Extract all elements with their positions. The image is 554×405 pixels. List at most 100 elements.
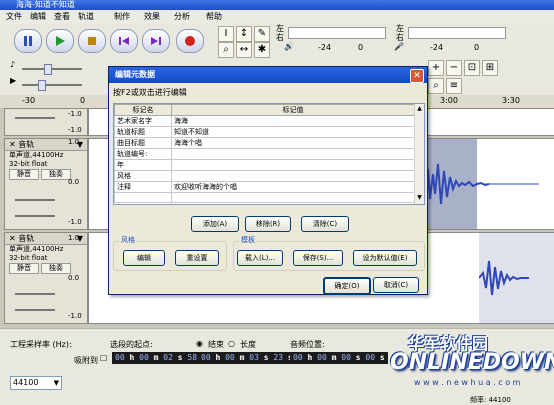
tag-value[interactable]: 欢迎收听海海的个唱 (171, 181, 415, 193)
metadata-table[interactable]: 标记名 标记值 艺术家名字 海海 轨道标题 知道不知道 曲目标题 海海个唱 轨道编号:… (113, 103, 425, 205)
tag-value[interactable] (171, 148, 415, 160)
tag-value[interactable]: 海海个唱 (171, 137, 415, 149)
menu-help[interactable]: 帮助 (206, 11, 222, 22)
reset-genre-button[interactable]: 重设置 (175, 250, 219, 266)
play-icon (56, 36, 65, 46)
pan-slider[interactable] (15, 309, 55, 311)
pause-button[interactable] (14, 29, 42, 53)
close-icon[interactable]: ✕ (410, 69, 424, 83)
add-button[interactable]: 添加(A) (191, 216, 239, 232)
zoom-out-icon[interactable]: − (446, 60, 462, 76)
solo-button[interactable]: 独奏 (41, 263, 71, 274)
record-meter[interactable] (408, 27, 506, 39)
mute-button[interactable]: 静音 (9, 169, 39, 180)
tag-name[interactable]: 注释 (114, 181, 172, 193)
menu-effect[interactable]: 效果 (144, 11, 160, 22)
volume-slider-knob[interactable] (44, 64, 52, 75)
multi-tool-icon[interactable]: ✱ (254, 42, 270, 58)
end-radio-icon[interactable]: ◉ (196, 339, 203, 348)
audio-position-timecode[interactable]: 00 h 00 m 00 s 00 s (290, 352, 388, 364)
mic-slider[interactable] (22, 84, 82, 86)
snap-to-label: 吸附到 (74, 356, 98, 365)
clear-button[interactable]: 清除(C) (301, 216, 349, 232)
skip-end-button[interactable] (142, 29, 170, 53)
set-default-button[interactable]: 设为默认值(E) (353, 250, 417, 266)
length-radio-icon[interactable]: ○ (228, 339, 235, 348)
tag-name[interactable]: 轨道编号: (114, 148, 172, 160)
selection-tool-icon[interactable]: I (218, 26, 234, 42)
tag-value[interactable]: 海海 (171, 115, 415, 127)
tag-value[interactable] (171, 159, 415, 171)
volume-slider[interactable] (22, 68, 82, 70)
project-rate-select[interactable]: 44100 ▼ (10, 376, 62, 390)
remove-button[interactable]: 移除(R) (245, 216, 291, 232)
tag-value[interactable] (171, 192, 415, 203)
playback-meter[interactable] (288, 27, 386, 39)
track-name[interactable]: 音轨 (18, 234, 34, 243)
envelope-tool-icon[interactable]: ↕ (236, 26, 252, 42)
zoom-in-icon[interactable]: + (428, 60, 444, 76)
scale-label: -1.0 (68, 312, 82, 320)
gain-slider[interactable] (15, 199, 55, 201)
table-row[interactable]: 艺术家名字 海海 (114, 115, 415, 127)
ok-button[interactable]: 确定(O) (323, 277, 371, 295)
column-header[interactable]: 标记值 (171, 104, 415, 116)
tag-name[interactable]: 轨道标题 (114, 126, 172, 138)
table-scrollbar[interactable]: ▲ ▼ (414, 104, 424, 204)
skip-start-button[interactable] (110, 29, 138, 53)
menu-file[interactable]: 文件 (6, 11, 22, 22)
pan-slider[interactable] (15, 215, 55, 217)
gain-slider[interactable] (15, 117, 55, 119)
save-template-button[interactable]: 保存(S)... (293, 250, 343, 266)
tag-name[interactable]: 艺术家名字 (114, 115, 172, 127)
track-close-icon[interactable]: ✕ (9, 140, 16, 149)
pause-icon (24, 36, 32, 46)
chevron-down-icon[interactable]: ▼ (54, 377, 59, 389)
table-row[interactable]: 注释 欢迎收听海海的个唱 (114, 181, 415, 193)
menu-track[interactable]: 轨道 (78, 11, 94, 22)
record-button[interactable] (176, 29, 204, 53)
table-row[interactable] (114, 192, 415, 203)
dialog-title-bar[interactable]: 编辑元数据 ✕ (109, 67, 427, 83)
selection-end-timecode[interactable]: 00 h 00 m 03 s 23 s (198, 352, 296, 364)
column-header[interactable]: 标记名 (114, 104, 172, 116)
menu-view[interactable]: 查看 (54, 11, 70, 22)
menu-edit[interactable]: 编辑 (30, 11, 46, 22)
scroll-down-icon[interactable]: ▼ (415, 194, 424, 203)
snap-checkbox[interactable]: ☐ (100, 354, 107, 363)
load-template-button[interactable]: 载入(L)... (237, 250, 283, 266)
track-close-icon[interactable]: ✕ (9, 234, 16, 243)
zoom-toggle-icon[interactable]: ⌕ (428, 78, 444, 94)
table-row[interactable]: 年 (114, 159, 415, 171)
tag-value[interactable]: 知道不知道 (171, 126, 415, 138)
table-row[interactable]: 曲目标题 海海个唱 (114, 137, 415, 149)
fit-project-icon[interactable]: ⊞ (482, 60, 498, 76)
mic-slider-knob[interactable] (38, 80, 46, 91)
track-name[interactable]: 音轨 (18, 140, 34, 149)
menu-generate[interactable]: 制作 (114, 11, 130, 22)
table-row[interactable]: 轨道编号: (114, 148, 415, 160)
tag-name[interactable] (114, 192, 172, 203)
selection-start-timecode[interactable]: 00 h 00 m 02 s 58 s (112, 352, 210, 364)
draw-tool-icon[interactable]: ✎ (254, 26, 270, 42)
stop-button[interactable] (78, 29, 106, 53)
table-row[interactable]: 轨道标题 知道不知道 (114, 126, 415, 138)
fit-selection-icon[interactable]: ⊡ (464, 60, 480, 76)
tag-value[interactable] (171, 170, 415, 182)
edit-genre-button[interactable]: 编辑 (123, 250, 165, 266)
timeshift-tool-icon[interactable]: ↔ (236, 42, 252, 58)
table-row[interactable]: 风格 (114, 170, 415, 182)
mute-button[interactable]: 静音 (9, 263, 39, 274)
cancel-button[interactable]: 取消(C) (373, 277, 419, 293)
trim-icon[interactable]: ≡ (446, 78, 462, 94)
scroll-up-icon[interactable]: ▲ (415, 105, 424, 114)
ruler-label: -30 (22, 96, 36, 105)
solo-button[interactable]: 独奏 (41, 169, 71, 180)
menu-analyze[interactable]: 分析 (174, 11, 190, 22)
zoom-tool-icon[interactable]: ⌕ (218, 42, 234, 58)
tag-name[interactable]: 风格 (114, 170, 172, 182)
play-button[interactable] (46, 29, 74, 53)
tag-name[interactable]: 曲目标题 (114, 137, 172, 149)
gain-slider[interactable] (15, 293, 55, 295)
tag-name[interactable]: 年 (114, 159, 172, 171)
